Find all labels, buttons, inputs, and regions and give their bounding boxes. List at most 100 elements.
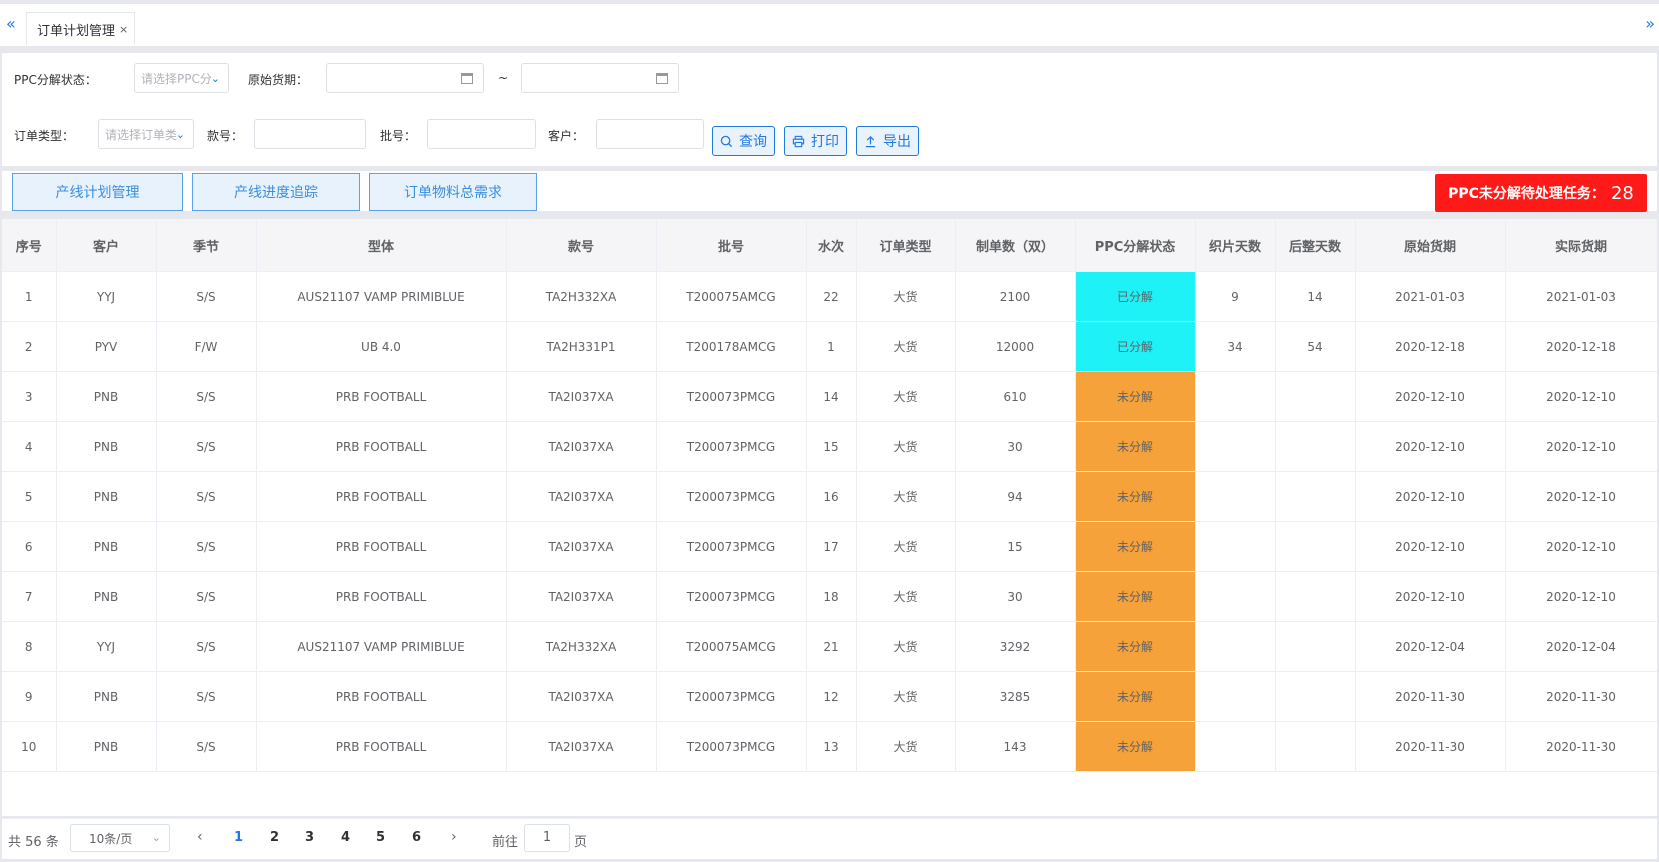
table-row[interactable]: 7 PNB S/S PRB FOOTBALL TA2I037XA T200073PMCG 1…: [2, 571, 1657, 622]
table-cell: 16: [806, 471, 857, 522]
table-cell: T200073PMCG: [656, 421, 807, 472]
table-cell: 2020-12-10: [1355, 371, 1506, 422]
table-row[interactable]: 5 PNB S/S PRB FOOTBALL TA2I037XA T200073PMCG 1…: [2, 471, 1657, 522]
table-cell: 13: [806, 721, 857, 772]
table-cell: T200075AMCG: [656, 621, 807, 672]
table-cell: 大货: [856, 321, 956, 372]
table-cell: PNB: [56, 721, 157, 772]
table-row[interactable]: 1 YYJ S/S AUS21107 VAMP PRIMIBLUE TA2H332XA T…: [2, 271, 1657, 322]
table-cell: [1195, 671, 1276, 722]
table-cell: 5: [2, 471, 57, 522]
query-button[interactable]: 查询: [712, 126, 775, 156]
chevron-down-icon: ⌄: [210, 72, 220, 85]
table-cell: 3: [2, 371, 57, 422]
table-cell: 2020-11-30: [1505, 671, 1657, 722]
table-cell: TA2H331P1: [506, 321, 657, 372]
column-header: 制单数（双）: [955, 219, 1076, 272]
table-cell: S/S: [156, 671, 257, 722]
page-6[interactable]: 6: [412, 830, 421, 845]
table-row[interactable]: 4 PNB S/S PRB FOOTBALL TA2I037XA T200073PMCG 1…: [2, 421, 1657, 472]
print-button[interactable]: 打印: [784, 126, 847, 156]
table-row[interactable]: 8 YYJ S/S AUS21107 VAMP PRIMIBLUE TA2H332XA T…: [2, 621, 1657, 672]
style-no-input[interactable]: [254, 119, 366, 149]
table-cell: 8: [2, 621, 57, 672]
ppc-status-cell: 未分解: [1075, 421, 1196, 472]
delivery-date-end-input[interactable]: [521, 63, 679, 93]
ppc-pending-count: 28: [1610, 182, 1634, 204]
goto-page-input[interactable]: 1: [524, 824, 570, 852]
page-4[interactable]: 4: [341, 830, 350, 845]
order-material-button[interactable]: 订单物料总需求: [369, 173, 537, 211]
table-cell: PRB FOOTBALL: [256, 371, 507, 422]
table-cell: 30: [955, 571, 1076, 622]
delivery-date-start-input[interactable]: [326, 63, 484, 93]
batch-no-input[interactable]: [427, 119, 536, 149]
table-cell: S/S: [156, 371, 257, 422]
table-cell: 大货: [856, 371, 956, 422]
table-cell: 2020-12-10: [1505, 571, 1657, 622]
ppc-status-cell: 已分解: [1075, 271, 1196, 322]
table-cell: PRB FOOTBALL: [256, 421, 507, 472]
table-cell: 34: [1195, 321, 1276, 372]
search-icon: [720, 135, 733, 147]
line-progress-button[interactable]: 产线进度追踪: [192, 173, 360, 211]
table-cell: [1195, 471, 1276, 522]
ppc-status-select[interactable]: 请选择PPC分 ⌄: [134, 63, 229, 93]
scroll-left-icon[interactable]: «: [6, 14, 16, 33]
table-cell: 大货: [856, 271, 956, 322]
table-cell: T200073PMCG: [656, 471, 807, 522]
print-label: 打印: [811, 134, 839, 150]
table-cell: TA2I037XA: [506, 471, 657, 522]
table-row[interactable]: 10 PNB S/S PRB FOOTBALL TA2I037XA T200073PMCG…: [2, 721, 1657, 772]
table-cell: 17: [806, 521, 857, 572]
ppc-pending-badge[interactable]: PPC未分解待处理任务： 28: [1435, 174, 1647, 212]
goto-label: 前往: [492, 835, 519, 850]
table-cell: 2020-11-30: [1355, 721, 1506, 772]
scroll-right-icon[interactable]: »: [1645, 14, 1655, 33]
line-plan-button[interactable]: 产线计划管理: [12, 173, 183, 211]
next-page-button[interactable]: ›: [451, 829, 457, 845]
table-cell: [1195, 371, 1276, 422]
page-5[interactable]: 5: [376, 830, 385, 845]
table-cell: [1275, 571, 1356, 622]
page-size-select[interactable]: 10条/页 ⌄: [70, 824, 170, 852]
customer-input[interactable]: [596, 119, 704, 149]
table-cell: 2020-12-18: [1505, 321, 1657, 372]
table-cell: T200075AMCG: [656, 271, 807, 322]
page-3[interactable]: 3: [305, 830, 314, 845]
column-header: 原始货期: [1355, 219, 1506, 272]
page-2[interactable]: 2: [270, 830, 279, 845]
export-button[interactable]: 导出: [856, 126, 919, 156]
close-icon[interactable]: ×: [119, 23, 128, 36]
table-cell: [1275, 371, 1356, 422]
table-cell: TA2I037XA: [506, 421, 657, 472]
calendar-icon: [656, 73, 668, 84]
order-table: 序号 客户 季节 型体 款号 批号 水次 订单类型 制单数（双） PPC分解状态 织片天数 后整天数原…: [2, 219, 1657, 816]
table-cell: 2021-01-03: [1355, 271, 1506, 322]
table-cell: 22: [806, 271, 857, 322]
table-row[interactable]: 6 PNB S/S PRB FOOTBALL TA2I037XA T200073PMCG 1…: [2, 521, 1657, 572]
ppc-status-cell: 已分解: [1075, 321, 1196, 372]
table-row[interactable]: 9 PNB S/S PRB FOOTBALL TA2I037XA T200073PMCG 1…: [2, 671, 1657, 722]
table-cell: S/S: [156, 621, 257, 672]
table-cell: [1275, 521, 1356, 572]
table-cell: T200073PMCG: [656, 521, 807, 572]
page-1[interactable]: 1: [234, 830, 243, 845]
table-cell: 12: [806, 671, 857, 722]
ppc-pending-label: PPC未分解待处理任务：: [1448, 186, 1605, 202]
table-cell: 3285: [955, 671, 1076, 722]
order-type-select[interactable]: 请选择订单类 ⌄: [98, 119, 194, 149]
column-header: PPC分解状态: [1075, 219, 1196, 272]
table-cell: 2020-12-04: [1355, 621, 1506, 672]
table-cell: 大货: [856, 571, 956, 622]
table-row[interactable]: 3 PNB S/S PRB FOOTBALL TA2I037XA T200073PMCG 1…: [2, 371, 1657, 422]
table-cell: PNB: [56, 371, 157, 422]
table-cell: PRB FOOTBALL: [256, 521, 507, 572]
upload-icon: [865, 135, 876, 147]
prev-page-button[interactable]: ‹: [197, 829, 203, 845]
ppc-status-placeholder: 请选择PPC分: [141, 71, 212, 86]
tab-order-plan[interactable]: 订单计划管理 ×: [26, 12, 136, 45]
table-cell: [1275, 621, 1356, 672]
total-count: 共 56 条: [8, 835, 59, 850]
table-row[interactable]: 2 PYV F/W UB 4.0 TA2H331P1 T200178AMCG 1 大货 1200…: [2, 321, 1657, 372]
